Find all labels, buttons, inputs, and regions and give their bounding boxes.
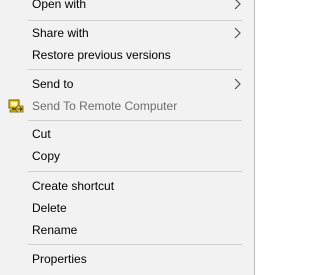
chevron-right-icon: [234, 0, 241, 10]
menu-item-label: Create shortcut: [32, 179, 115, 193]
menu-item-create-shortcut[interactable]: Create shortcut: [0, 175, 254, 197]
menu-item-label: Cut: [32, 127, 51, 141]
menu-item-label: Copy: [32, 149, 61, 163]
menu-item-delete[interactable]: Delete: [0, 197, 254, 219]
remote-computer-icon: [8, 99, 24, 113]
menu-item-label: Send to: [32, 77, 74, 91]
menu-item-send-to[interactable]: Send to: [0, 73, 254, 95]
menu-item-open-with[interactable]: Open with: [0, 0, 254, 15]
menu-item-properties[interactable]: Properties: [0, 248, 254, 270]
menu-item-restore-previous-versions[interactable]: Restore previous versions: [0, 44, 254, 66]
menu-separator: [28, 69, 242, 70]
menu-item-cut[interactable]: Cut: [0, 123, 254, 145]
menu-item-label: Properties: [32, 252, 87, 266]
context-menu: Open with Share with Restore previous ve…: [0, 0, 255, 275]
menu-separator: [28, 171, 242, 172]
menu-item-label: Restore previous versions: [32, 48, 171, 62]
menu-item-label: Rename: [32, 223, 78, 237]
menu-separator: [28, 20, 242, 21]
menu-item-send-to-remote-computer[interactable]: Send To Remote Computer: [0, 95, 254, 117]
menu-separator: [28, 120, 242, 121]
chevron-right-icon: [234, 27, 241, 39]
menu-item-label: Delete: [32, 201, 67, 215]
menu-item-label: Open with: [32, 0, 87, 11]
menu-item-share-with[interactable]: Share with: [0, 22, 254, 44]
chevron-right-icon: [234, 78, 241, 90]
menu-item-copy[interactable]: Copy: [0, 145, 254, 167]
menu-separator: [28, 244, 242, 245]
menu-item-rename[interactable]: Rename: [0, 219, 254, 241]
menu-item-label: Send To Remote Computer: [32, 99, 178, 113]
menu-item-label: Share with: [32, 26, 89, 40]
